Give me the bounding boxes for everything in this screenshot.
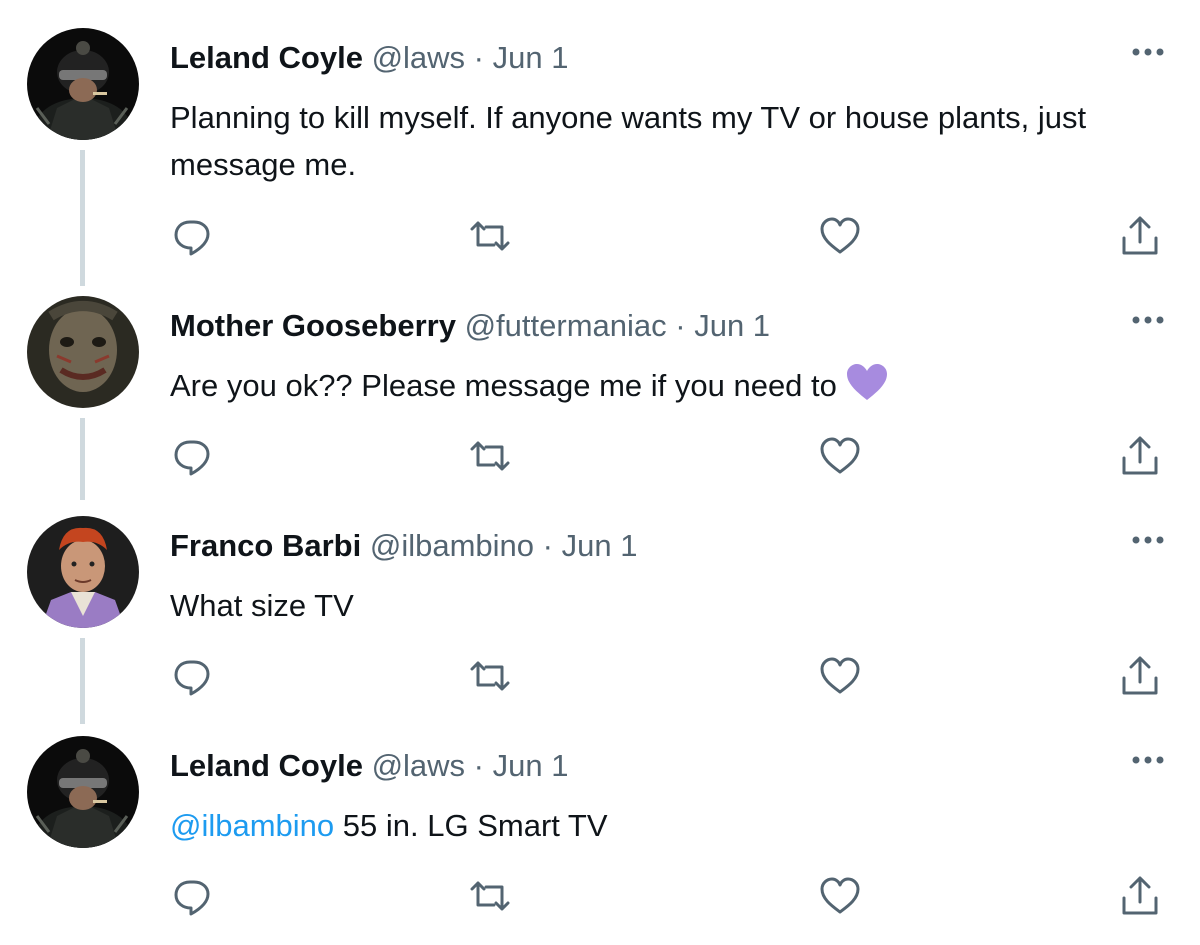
like-icon[interactable] xyxy=(818,434,862,478)
tweet-header: Leland Coyle @laws · Jun 1 xyxy=(170,746,568,786)
display-name[interactable]: Franco Barbi xyxy=(170,528,361,563)
action-bar xyxy=(0,434,1200,478)
more-options-icon[interactable] xyxy=(1128,42,1168,62)
retweet-icon[interactable] xyxy=(468,654,512,698)
helmeted-soldier-avatar xyxy=(27,736,139,848)
helmeted-soldier-avatar xyxy=(27,28,139,140)
tweet-text: What size TV xyxy=(170,588,354,623)
tweet-text: Are you ok?? Please message me if you ne… xyxy=(170,362,1160,409)
retweet-icon[interactable] xyxy=(468,434,512,478)
tweet-text-body: 55 in. LG Smart TV xyxy=(334,808,608,843)
tweet-date[interactable]: Jun 1 xyxy=(493,748,569,783)
separator: · xyxy=(675,308,686,343)
reply-icon[interactable] xyxy=(170,214,214,258)
tweet-header: Franco Barbi @ilbambino · Jun 1 xyxy=(170,526,637,566)
avatar[interactable] xyxy=(27,296,139,408)
avatar[interactable] xyxy=(27,516,139,628)
display-name[interactable]: Leland Coyle xyxy=(170,748,363,783)
masked-face-avatar xyxy=(27,296,139,408)
share-icon[interactable] xyxy=(1118,214,1162,258)
tweet-header: Mother Gooseberry @futtermaniac · Jun 1 xyxy=(170,306,770,346)
like-icon[interactable] xyxy=(818,214,862,258)
reply-icon[interactable] xyxy=(170,654,214,698)
share-icon[interactable] xyxy=(1118,654,1162,698)
like-icon[interactable] xyxy=(818,874,862,918)
tweet-text: Planning to kill myself. If anyone wants… xyxy=(170,100,1087,182)
action-bar xyxy=(0,654,1200,698)
red-haired-man-avatar xyxy=(27,516,139,628)
tweet-header: Leland Coyle @laws · Jun 1 xyxy=(170,38,568,78)
share-icon[interactable] xyxy=(1118,434,1162,478)
more-options-icon[interactable] xyxy=(1128,310,1168,330)
share-icon[interactable] xyxy=(1118,874,1162,918)
more-options-icon[interactable] xyxy=(1128,750,1168,770)
tweet-date[interactable]: Jun 1 xyxy=(694,308,770,343)
separator: · xyxy=(542,528,553,563)
user-handle[interactable]: @futtermaniac xyxy=(465,308,667,343)
tweet-date[interactable]: Jun 1 xyxy=(562,528,638,563)
action-bar xyxy=(0,874,1200,918)
separator: · xyxy=(473,40,484,75)
reply-icon[interactable] xyxy=(170,874,214,918)
more-options-icon[interactable] xyxy=(1128,530,1168,550)
user-handle[interactable]: @laws xyxy=(372,40,465,75)
tweet-text-body: Are you ok?? Please message me if you ne… xyxy=(170,368,837,403)
retweet-icon[interactable] xyxy=(468,874,512,918)
action-bar xyxy=(0,214,1200,258)
tweet-text: @ilbambino 55 in. LG Smart TV xyxy=(170,802,1160,849)
separator: · xyxy=(473,748,484,783)
like-icon[interactable] xyxy=(818,654,862,698)
user-handle[interactable]: @ilbambino xyxy=(370,528,534,563)
avatar[interactable] xyxy=(27,28,139,140)
mention-link[interactable]: @ilbambino xyxy=(170,808,334,843)
display-name[interactable]: Leland Coyle xyxy=(170,40,363,75)
tweet-date[interactable]: Jun 1 xyxy=(493,40,569,75)
display-name[interactable]: Mother Gooseberry xyxy=(170,308,456,343)
avatar[interactable] xyxy=(27,736,139,848)
reply-icon[interactable] xyxy=(170,434,214,478)
retweet-icon[interactable] xyxy=(468,214,512,258)
user-handle[interactable]: @laws xyxy=(372,748,465,783)
purple-heart-emoji xyxy=(846,364,887,400)
